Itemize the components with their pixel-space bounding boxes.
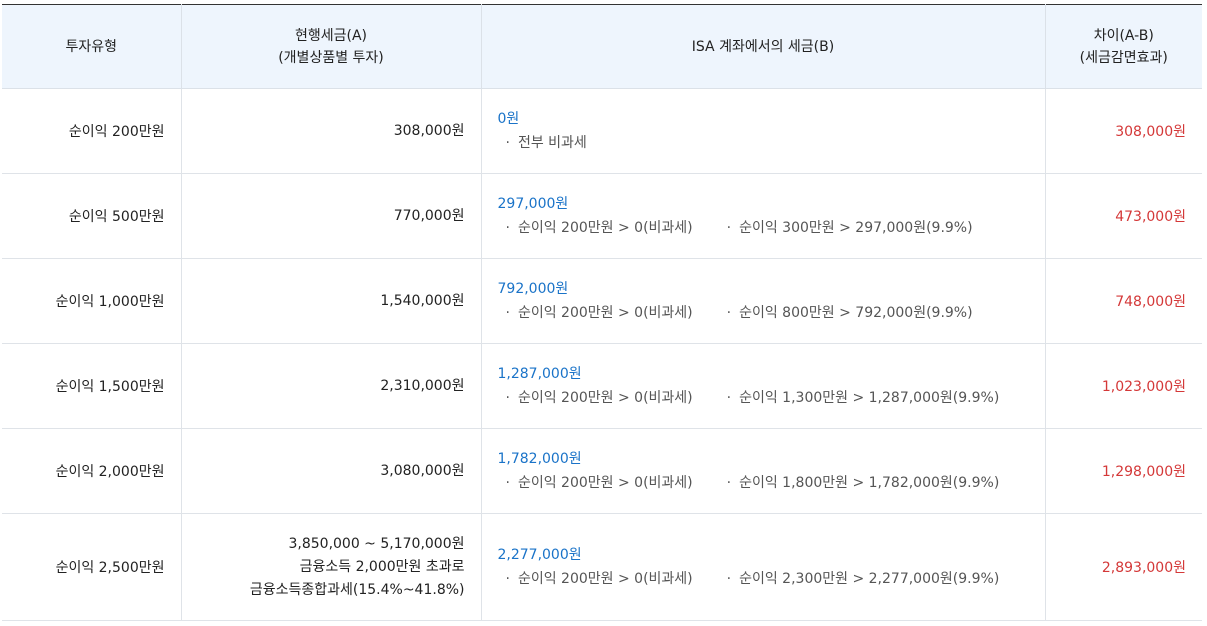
table-row: 순이익 200만원 308,000원 0원 · 전부 비과세 308,000원 [2, 88, 1202, 174]
isa-tax-note: · 순이익 200만원 > 0(비과세) [498, 217, 693, 239]
isa-tax-note-text: 순이익 2,300만원 > 2,277,000원(9.9%) [739, 571, 1000, 587]
isa-tax-cell: 0원 · 전부 비과세 [481, 88, 1046, 174]
investment-type-cell: 순이익 500만원 [2, 173, 182, 259]
bullet-icon: · [726, 475, 732, 491]
header-type: 투자유형 [2, 4, 182, 89]
tax-comparison-table: 투자유형 현행세금(A) (개별상품별 투자) ISA 계좌에서의 세금(B) 차… [2, 4, 1202, 621]
table-row: 순이익 2,000만원 3,080,000원 1,782,000원 · 순이익 200만… [2, 428, 1202, 514]
isa-tax-note: · 순이익 800만원 > 792,000원(9.9%) [719, 302, 973, 324]
isa-tax-amount: 0원 [497, 111, 520, 127]
tax-difference-cell: 308,000원 [1045, 88, 1202, 174]
isa-tax-notes: · 순이익 200만원 > 0(비과세) · 순이익 1,300만원 > 1,287,… [498, 387, 1029, 409]
current-tax-line: 3,080,000원 [380, 462, 465, 479]
bullet-icon: · [505, 305, 510, 321]
investment-type-cell: 순이익 1,500만원 [2, 343, 182, 429]
isa-tax-amount: 1,287,000원 [497, 366, 582, 382]
isa-tax-note: · 순이익 300만원 > 297,000원(9.9%) [719, 217, 973, 239]
isa-tax-note-text: 순이익 800만원 > 792,000원(9.9%) [739, 305, 973, 321]
header-current-tax: 현행세금(A) (개별상품별 투자) [181, 4, 482, 89]
current-tax-cell: 3,080,000원 [181, 428, 482, 514]
tax-difference-cell: 1,298,000원 [1045, 428, 1202, 514]
isa-tax-note: · 순이익 200만원 > 0(비과세) [498, 302, 693, 324]
table-row: 순이익 500만원 770,000원 297,000원 · 순이익 200만원 > 0(… [2, 173, 1202, 259]
isa-tax-amount: 2,277,000원 [497, 547, 582, 563]
isa-tax-note: · 전부 비과세 [498, 132, 587, 154]
current-tax-line: 3,850,000 ~ 5,170,000원 [288, 535, 465, 552]
table-row: 순이익 2,500만원 3,850,000 ~ 5,170,000원 금융소득 2,… [2, 513, 1202, 621]
isa-tax-note-text: 순이익 200만원 > 0(비과세) [517, 390, 693, 406]
isa-tax-note-text: 전부 비과세 [517, 135, 587, 151]
isa-tax-notes: · 순이익 200만원 > 0(비과세) · 순이익 1,800만원 > 1,782,… [498, 472, 1029, 494]
tax-difference-cell: 1,023,000원 [1045, 343, 1202, 429]
current-tax-line: 1,540,000원 [380, 292, 465, 309]
isa-tax-notes: · 전부 비과세 [498, 132, 1029, 154]
header-difference: 차이(A-B) (세금감면효과) [1045, 4, 1202, 89]
isa-tax-note: · 순이익 200만원 > 0(비과세) [498, 387, 693, 409]
table-row: 순이익 1,000만원 1,540,000원 792,000원 · 순이익 200만원 … [2, 258, 1202, 344]
isa-tax-amount: 297,000원 [497, 196, 569, 212]
isa-tax-note-text: 순이익 200만원 > 0(비과세) [517, 475, 693, 491]
current-tax-cell: 308,000원 [181, 88, 482, 174]
isa-tax-note-text: 순이익 1,300만원 > 1,287,000원(9.9%) [739, 390, 1000, 406]
isa-tax-cell: 1,782,000원 · 순이익 200만원 > 0(비과세) · 순이익 1,800만… [481, 428, 1046, 514]
current-tax-line: 2,310,000원 [380, 377, 465, 394]
isa-tax-note-text: 순이익 300만원 > 297,000원(9.9%) [739, 220, 973, 236]
isa-tax-cell: 792,000원 · 순이익 200만원 > 0(비과세) · 순이익 800만원 > … [481, 258, 1046, 344]
isa-tax-note-text: 순이익 200만원 > 0(비과세) [517, 571, 693, 587]
investment-type-cell: 순이익 2,500만원 [2, 513, 182, 621]
isa-tax-note: · 순이익 2,300만원 > 2,277,000원(9.9%) [719, 568, 1000, 590]
bullet-icon: · [505, 571, 510, 587]
isa-tax-note-text: 순이익 1,800만원 > 1,782,000원(9.9%) [739, 475, 1000, 491]
bullet-icon: · [726, 220, 732, 236]
bullet-icon: · [726, 571, 732, 587]
header-isa-tax: ISA 계좌에서의 세금(B) [481, 4, 1046, 89]
investment-type-cell: 순이익 200만원 [2, 88, 182, 174]
isa-tax-note: · 순이익 200만원 > 0(비과세) [498, 472, 693, 494]
tax-difference-cell: 2,893,000원 [1045, 513, 1202, 621]
current-tax-cell: 3,850,000 ~ 5,170,000원금융소득 2,000만원 초과로금융… [181, 513, 482, 621]
isa-tax-cell: 297,000원 · 순이익 200만원 > 0(비과세) · 순이익 300만원 > … [481, 173, 1046, 259]
current-tax-cell: 2,310,000원 [181, 343, 482, 429]
bullet-icon: · [505, 220, 510, 236]
tax-comparison-page: 투자유형 현행세금(A) (개별상품별 투자) ISA 계좌에서의 세금(B) 차… [0, 0, 1207, 626]
isa-tax-cell: 2,277,000원 · 순이익 200만원 > 0(비과세) · 순이익 2,300만… [481, 513, 1046, 621]
isa-tax-note-text: 순이익 200만원 > 0(비과세) [517, 305, 693, 321]
isa-tax-note-text: 순이익 200만원 > 0(비과세) [517, 220, 693, 236]
tax-difference-cell: 748,000원 [1045, 258, 1202, 344]
investment-type-cell: 순이익 1,000만원 [2, 258, 182, 344]
isa-tax-notes: · 순이익 200만원 > 0(비과세) · 순이익 2,300만원 > 2,277,… [498, 568, 1029, 590]
isa-tax-notes: · 순이익 200만원 > 0(비과세) · 순이익 800만원 > 792,000원… [498, 302, 1029, 324]
isa-tax-notes: · 순이익 200만원 > 0(비과세) · 순이익 300만원 > 297,000원… [498, 217, 1029, 239]
investment-type-cell: 순이익 2,000만원 [2, 428, 182, 514]
current-tax-line: 금융소득종합과세(15.4%~41.8%) [249, 581, 465, 598]
isa-tax-amount: 1,782,000원 [497, 451, 582, 467]
table-row: 순이익 1,500만원 2,310,000원 1,287,000원 · 순이익 200만… [2, 343, 1202, 429]
current-tax-line: 770,000원 [393, 207, 465, 224]
current-tax-line: 금융소득 2,000만원 초과로 [299, 558, 465, 575]
bullet-icon: · [726, 305, 732, 321]
current-tax-cell: 770,000원 [181, 173, 482, 259]
tax-difference-cell: 473,000원 [1045, 173, 1202, 259]
bullet-icon: · [505, 475, 510, 491]
bullet-icon: · [505, 390, 510, 406]
isa-tax-cell: 1,287,000원 · 순이익 200만원 > 0(비과세) · 순이익 1,300만… [481, 343, 1046, 429]
current-tax-cell: 1,540,000원 [181, 258, 482, 344]
bullet-icon: · [505, 135, 510, 151]
isa-tax-note: · 순이익 1,800만원 > 1,782,000원(9.9%) [719, 472, 1000, 494]
current-tax-line: 308,000원 [393, 122, 465, 139]
bullet-icon: · [726, 390, 732, 406]
table-header-row: 투자유형 현행세금(A) (개별상품별 투자) ISA 계좌에서의 세금(B) 차… [2, 4, 1202, 89]
isa-tax-amount: 792,000원 [497, 281, 569, 297]
isa-tax-note: · 순이익 1,300만원 > 1,287,000원(9.9%) [719, 387, 1000, 409]
isa-tax-note: · 순이익 200만원 > 0(비과세) [498, 568, 693, 590]
